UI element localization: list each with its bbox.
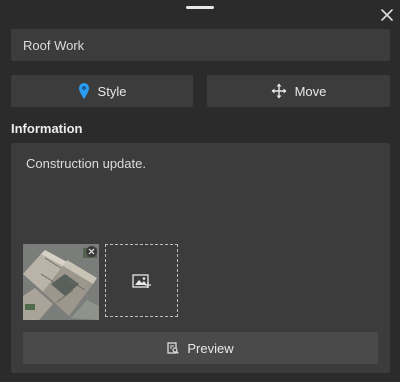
map-pin-icon: [78, 83, 89, 99]
image-thumbnail[interactable]: [23, 244, 99, 320]
add-image-button[interactable]: [105, 244, 178, 317]
close-icon: [381, 9, 393, 21]
preview-button-label: Preview: [187, 340, 234, 356]
preview-icon: [167, 342, 180, 354]
title-input[interactable]: Roof Work: [11, 29, 390, 61]
information-text[interactable]: Construction update.: [26, 156, 146, 171]
information-box: Construction update. Preview: [11, 143, 390, 373]
add-image-icon: [131, 273, 151, 288]
drag-handle[interactable]: [186, 6, 214, 9]
information-heading: Information: [11, 121, 83, 136]
move-button[interactable]: Move: [207, 75, 390, 107]
title-input-value: Roof Work: [23, 37, 85, 53]
remove-image-icon: [88, 248, 95, 255]
style-button[interactable]: Style: [11, 75, 193, 107]
remove-image-button[interactable]: [86, 246, 97, 257]
style-button-label: Style: [97, 83, 127, 99]
preview-button[interactable]: Preview: [23, 332, 378, 364]
move-arrows-icon: [271, 83, 287, 99]
move-button-label: Move: [294, 83, 327, 99]
close-button[interactable]: [378, 6, 396, 24]
story-editor-panel: Roof Work Style Move Information Constru…: [0, 0, 400, 382]
